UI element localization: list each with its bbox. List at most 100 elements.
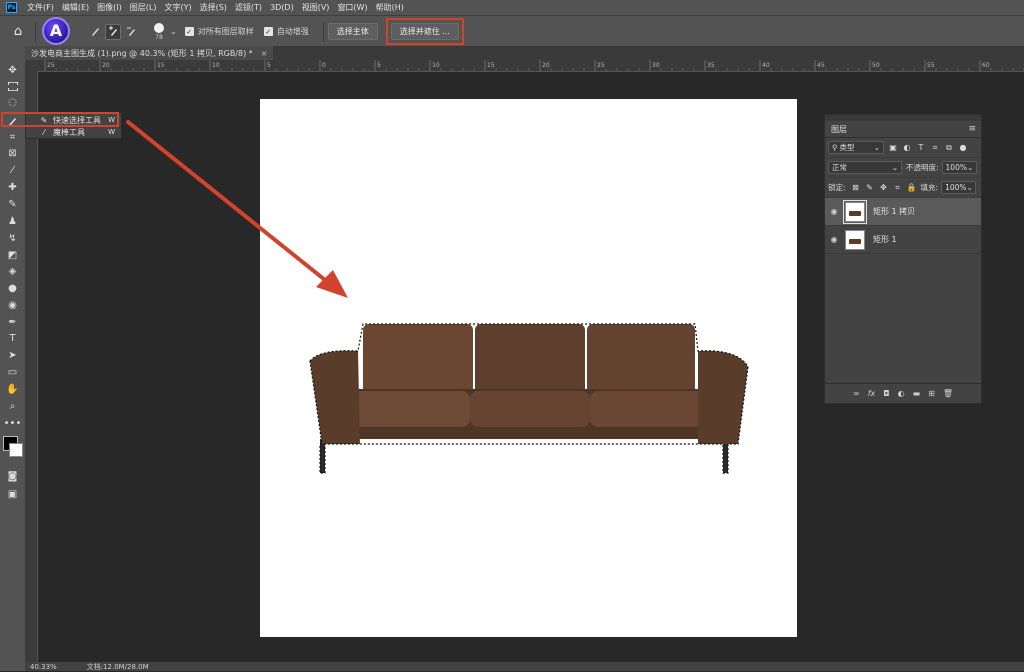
- flyout-item-magic-wand[interactable]: ⁄ 魔棒工具 W: [26, 126, 121, 138]
- history-brush-icon[interactable]: ↯: [4, 231, 21, 245]
- ruler-label: 45: [817, 62, 825, 69]
- adjustment-filter-icon[interactable]: ◐: [902, 143, 912, 153]
- adjustment-icon[interactable]: ◐: [898, 389, 905, 398]
- lock-artboard-icon[interactable]: ⌗: [893, 183, 903, 193]
- fill-value: 100%: [945, 183, 967, 192]
- menu-edit[interactable]: 编辑(E): [62, 2, 89, 13]
- add-to-selection-icon[interactable]: [105, 23, 121, 40]
- status-bar: 40.33% 文档:12.0M/28.0M: [25, 662, 1024, 671]
- fill-input[interactable]: 100% ⌄: [941, 181, 977, 194]
- new-layer-icon[interactable]: ⊞: [928, 389, 935, 398]
- visibility-eye-icon[interactable]: ◉: [825, 235, 843, 244]
- auto-enhance-label: 自动增强: [276, 27, 309, 36]
- clone-stamp-icon[interactable]: ♟: [4, 214, 21, 228]
- marquee-tool-icon[interactable]: [4, 79, 21, 93]
- pixel-filter-icon[interactable]: ▣: [888, 143, 898, 153]
- blend-mode-select[interactable]: 正常 ⌄: [828, 161, 902, 174]
- move-tool-icon[interactable]: ✥: [4, 63, 21, 77]
- menu-window[interactable]: 窗口(W): [337, 2, 367, 13]
- mask-icon[interactable]: ◘: [883, 389, 889, 398]
- menu-help[interactable]: 帮助(H): [376, 2, 404, 13]
- magic-wand-icon: ⁄: [43, 127, 45, 137]
- chevron-down-icon[interactable]: ⌄: [170, 27, 177, 36]
- menu-3d[interactable]: 3D(D): [270, 3, 294, 12]
- close-icon[interactable]: ×: [261, 49, 268, 58]
- group-icon[interactable]: ▬: [913, 389, 921, 398]
- brush-mode-icon[interactable]: [87, 24, 103, 40]
- document-info[interactable]: 文档:12.0M/28.0M: [87, 662, 149, 672]
- layers-panel-footer: ∞ fx ◘ ◐ ▬ ⊞ 🗑: [825, 383, 981, 403]
- layer-row[interactable]: ◉ 矩形 1 拷贝: [825, 198, 981, 226]
- healing-brush-icon[interactable]: ✚: [4, 180, 21, 194]
- dodge-tool-icon[interactable]: ◉: [4, 298, 21, 312]
- menu-select[interactable]: 选择(S): [200, 2, 227, 13]
- tool-preset-picker[interactable]: A: [40, 16, 86, 46]
- type-filter-icon[interactable]: T: [916, 143, 926, 153]
- lock-all-icon[interactable]: 🔒: [907, 183, 917, 193]
- document-tab[interactable]: 沙发电商主图生成 (1).png @ 40.3% (矩形 1 拷贝, RGB/8…: [25, 46, 274, 60]
- fx-icon[interactable]: fx: [868, 389, 876, 398]
- document-tab-title: 沙发电商主图生成 (1).png @ 40.3% (矩形 1 拷贝, RGB/8…: [31, 48, 253, 58]
- more-tools-icon[interactable]: •••: [4, 416, 22, 430]
- layer-row[interactable]: ◉ 矩形 1: [825, 226, 981, 254]
- crop-tool-icon[interactable]: ⌗: [4, 130, 21, 144]
- menu-type[interactable]: 文字(Y): [164, 2, 191, 13]
- app-badge-icon: A: [42, 16, 70, 45]
- type-tool-icon[interactable]: T: [4, 331, 21, 345]
- menu-layer[interactable]: 图层(L): [130, 2, 157, 13]
- select-and-mask-button[interactable]: 选择并遮住 ...: [390, 23, 459, 40]
- subtract-selection-icon[interactable]: [123, 24, 139, 40]
- layers-panel-title[interactable]: 图层: [831, 124, 847, 135]
- hand-tool-icon[interactable]: ✋: [4, 382, 21, 396]
- frame-tool-icon[interactable]: ⊠: [4, 146, 21, 160]
- ruler-ticks: 2520151050510152025303540455055606570: [44, 60, 1024, 71]
- trash-icon[interactable]: 🗑: [943, 389, 953, 398]
- pen-tool-icon[interactable]: ✒: [4, 315, 21, 329]
- select-subject-button[interactable]: 选择主体: [327, 23, 378, 40]
- quick-mask-icon[interactable]: ◙: [4, 469, 21, 483]
- opacity-value: 100%: [945, 163, 967, 172]
- blur-tool-icon[interactable]: ●: [4, 281, 21, 295]
- ruler-label: 15: [157, 62, 165, 69]
- smart-object-filter-icon[interactable]: ⧉: [944, 143, 954, 153]
- lock-label: 锁定:: [828, 183, 846, 192]
- ruler-label: 60: [982, 62, 990, 69]
- filter-toggle-icon[interactable]: ●: [958, 143, 968, 153]
- lock-position-icon[interactable]: ✥: [879, 183, 889, 193]
- screen-mode-icon[interactable]: ▣: [4, 487, 21, 501]
- menu-view[interactable]: 视图(V): [302, 2, 330, 13]
- sample-all-layers-checkbox[interactable]: ✓ 对所有图层取样: [184, 26, 254, 37]
- home-icon[interactable]: ⌂: [5, 20, 31, 44]
- document-canvas[interactable]: [260, 99, 797, 637]
- lock-image-icon[interactable]: ✎: [865, 183, 875, 193]
- eyedropper-tool-icon[interactable]: ⁄: [4, 163, 21, 177]
- ruler-label: 30: [652, 62, 660, 69]
- background-color-swatch[interactable]: [9, 443, 23, 457]
- visibility-eye-icon[interactable]: ◉: [825, 207, 843, 216]
- opacity-input[interactable]: 100% ⌄: [941, 161, 977, 174]
- layers-panel-header: 图层 ≡: [825, 121, 981, 138]
- menu-filter[interactable]: 滤镜(T): [235, 2, 262, 13]
- paint-bucket-icon[interactable]: ◈: [4, 264, 21, 278]
- chevron-down-icon: ⌄: [966, 183, 973, 192]
- lock-transparent-icon[interactable]: ⊠: [851, 183, 861, 193]
- eraser-tool-icon[interactable]: ◩: [4, 248, 21, 262]
- brush-tool-icon[interactable]: ✎: [4, 197, 21, 211]
- layer-name[interactable]: 矩形 1: [873, 234, 897, 245]
- brush-size-value: 78: [155, 33, 163, 41]
- path-selection-icon[interactable]: ➤: [4, 348, 21, 362]
- layer-filter-select[interactable]: ⚲ 类型 ⌄: [828, 141, 884, 154]
- shape-filter-icon[interactable]: ⌗: [930, 143, 940, 153]
- layer-name[interactable]: 矩形 1 拷贝: [873, 206, 915, 217]
- menu-image[interactable]: 图像(I): [97, 2, 122, 13]
- auto-enhance-checkbox[interactable]: ✓ 自动增强: [263, 26, 309, 37]
- link-icon[interactable]: ∞: [853, 389, 860, 398]
- brush-size-picker[interactable]: 78: [148, 22, 170, 41]
- menu-file[interactable]: 文件(F): [27, 2, 54, 13]
- zoom-level[interactable]: 40.33%: [30, 663, 57, 671]
- panel-menu-icon[interactable]: ≡: [968, 124, 976, 134]
- lasso-tool-icon[interactable]: ◌: [4, 95, 21, 109]
- options-bar: ⌂ A 78 ⌄ ✓ 对所有图层取样 ✓ 自动增强 选择主体 选择并遮住 ...: [0, 15, 1024, 47]
- rectangle-tool-icon[interactable]: ▭: [4, 365, 21, 379]
- zoom-tool-icon[interactable]: ⌕: [4, 399, 21, 413]
